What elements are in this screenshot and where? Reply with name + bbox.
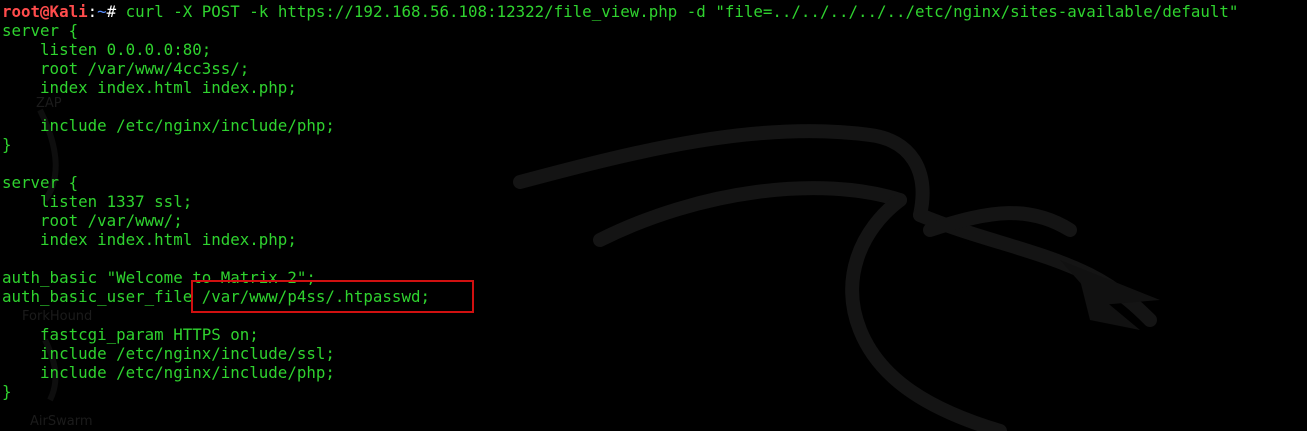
output-line: root /var/www/4cc3ss/; [2, 59, 250, 78]
output-line: server { [2, 173, 79, 192]
output-line-highlighted: auth_basic_user_file /var/www/p4ss/.htpa… [2, 287, 430, 306]
desktop-label-airswarm: AirSwarm [30, 414, 93, 429]
prompt-user-host: root@Kali [2, 2, 88, 21]
prompt-separator: : [87, 2, 98, 21]
prompt-symbol: # [106, 2, 126, 21]
command-line: root@Kali:~# curl -X POST -k https://192… [2, 2, 1307, 21]
terminal-output: root@Kali:~# curl -X POST -k https://192… [2, 2, 1307, 401]
output-line: auth_basic "Welcome to Matrix 2"; [2, 268, 316, 287]
terminal-window[interactable]: ZAP ForkHound AirSwarm root@Kali:~# curl… [0, 0, 1307, 431]
command-text: curl -X POST -k https://192.168.56.108:1… [125, 2, 1239, 21]
output-line: fastcgi_param HTTPS on; [2, 325, 259, 344]
output-line: } [2, 382, 12, 401]
output-line: listen 0.0.0.0:80; [2, 40, 212, 59]
output-line: server { [2, 21, 79, 40]
output-line: } [2, 135, 12, 154]
prompt-path: ~ [97, 2, 107, 21]
output-line: root /var/www/; [2, 211, 183, 230]
output-line: include /etc/nginx/include/ssl; [2, 344, 335, 363]
output-line: listen 1337 ssl; [2, 192, 193, 211]
output-line: index index.html index.php; [2, 78, 297, 97]
output-line: index index.html index.php; [2, 230, 297, 249]
output-line: include /etc/nginx/include/php; [2, 363, 335, 382]
output-line: include /etc/nginx/include/php; [2, 116, 335, 135]
